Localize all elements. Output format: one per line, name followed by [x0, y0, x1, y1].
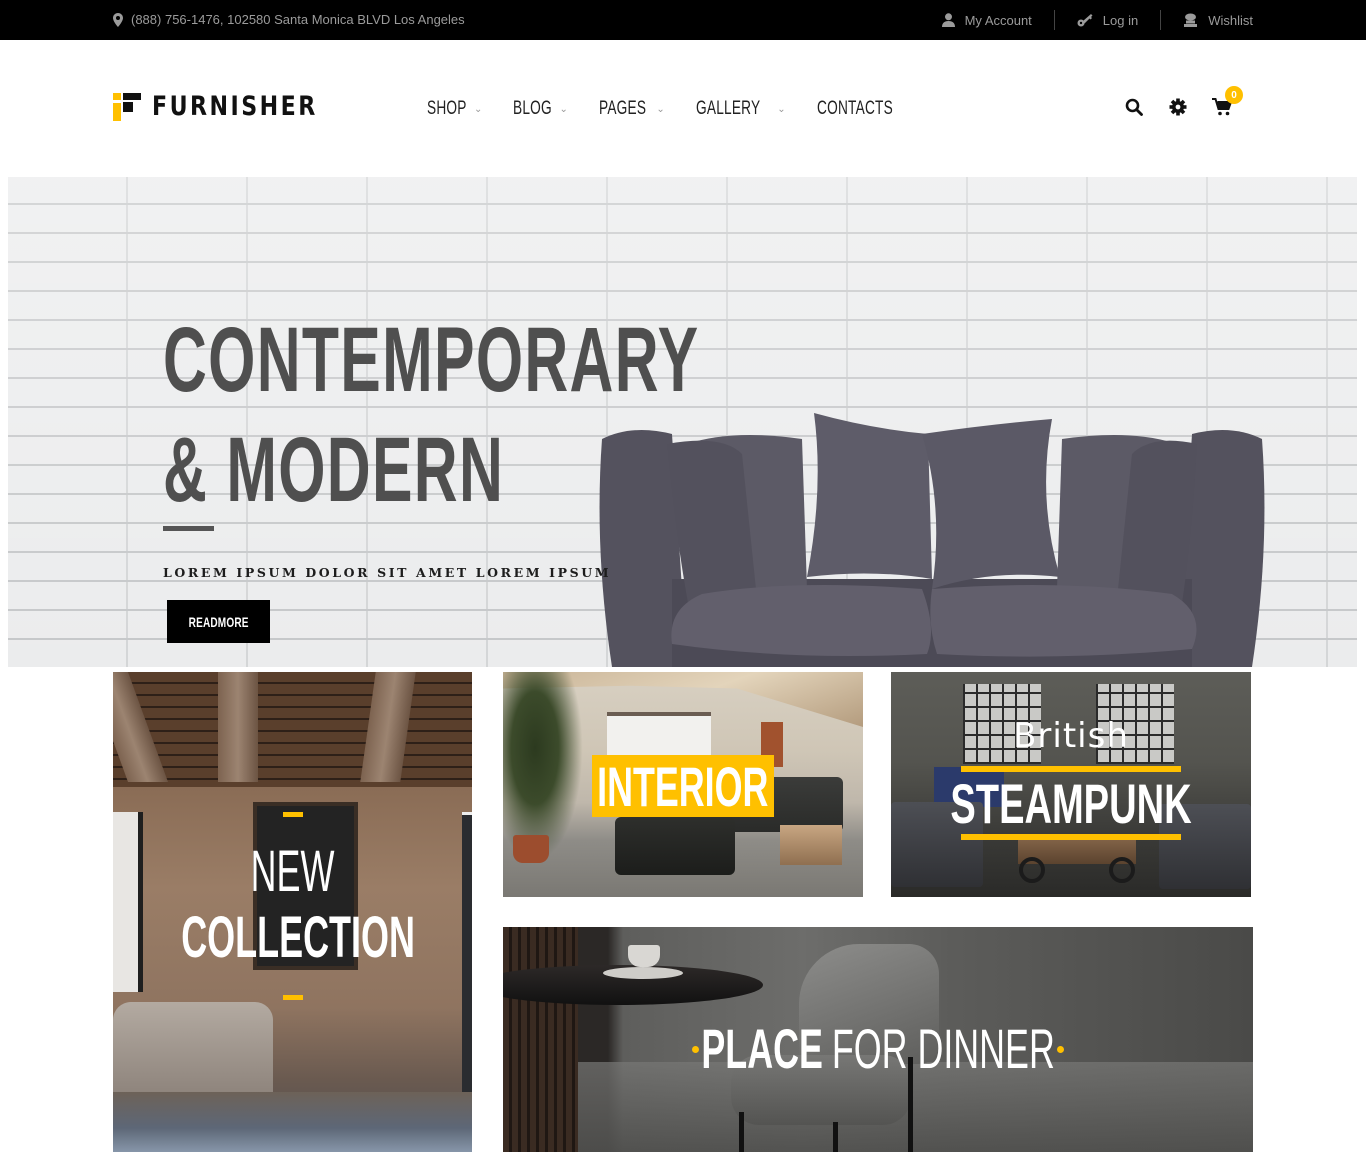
accent-dot: [1057, 1045, 1064, 1053]
logo[interactable]: FURNISHER: [113, 93, 354, 121]
hero-divider: [163, 526, 214, 531]
plant-image: [503, 672, 583, 862]
login-link[interactable]: Log in: [1055, 10, 1160, 30]
cart-button[interactable]: 0: [1211, 86, 1243, 120]
nav-pages[interactable]: PAGES ⌄: [599, 98, 665, 120]
address-text: (888) 756-1476, 102580 Santa Monica BLVD…: [131, 12, 465, 27]
dinner-light: FOR DINNER: [831, 1017, 1055, 1080]
new-collection-tile[interactable]: NEW COLLECTION: [113, 672, 472, 1152]
accent-bar: [961, 834, 1181, 840]
hero-title-line2: & MODERN: [163, 419, 505, 521]
chevron-down-icon: ⌄: [777, 103, 786, 115]
contact-info: (888) 756-1476, 102580 Santa Monica BLVD…: [113, 12, 465, 27]
settings-button[interactable]: [1167, 98, 1189, 120]
interior-label: INTERIOR: [597, 754, 769, 818]
readmore-label: READMORE: [188, 613, 249, 630]
nav-blog[interactable]: BLOG ⌄: [513, 98, 567, 120]
chevron-down-icon: ⌄: [559, 103, 568, 115]
steampunk-line2: STEAMPUNK: [950, 772, 1192, 835]
sofa-image: [113, 1002, 273, 1102]
nav-label: BLOG: [513, 98, 553, 119]
hero-title: CONTEMPORARY & MODERN: [163, 305, 699, 525]
dinner-bold: PLACE: [701, 1017, 823, 1080]
my-account-link[interactable]: My Account: [920, 10, 1054, 30]
nav-label: CONTACTS: [816, 98, 893, 119]
top-bar: (888) 756-1476, 102580 Santa Monica BLVD…: [0, 0, 1366, 40]
site-header: FURNISHER SHOP ⌄ BLOG ⌄ PAGES ⌄ GALLERY …: [0, 40, 1366, 177]
interior-tile[interactable]: INTERIOR: [503, 672, 863, 897]
place-for-dinner-tile[interactable]: PLACE FOR DINNER: [503, 927, 1253, 1152]
main-nav: SHOP ⌄ BLOG ⌄ PAGES ⌄ GALLERY ⌄ CONTACTS: [427, 98, 953, 120]
wishlist-icon: [1183, 13, 1198, 27]
steampunk-line1: British: [1013, 716, 1129, 756]
nav-shop[interactable]: SHOP ⌄: [427, 98, 482, 120]
account-links: My Account Log in Wishlist: [920, 0, 1253, 40]
search-button[interactable]: [1123, 98, 1145, 120]
couch-image: [615, 817, 735, 875]
readmore-button[interactable]: READMORE: [167, 600, 270, 643]
nav-contacts[interactable]: CONTACTS: [817, 98, 923, 120]
my-account-label: My Account: [964, 12, 1032, 28]
key-icon: [1077, 13, 1093, 27]
collection-line2: COLLECTION: [181, 905, 415, 970]
nav-gallery[interactable]: GALLERY ⌄: [696, 98, 786, 120]
accent-dash: [283, 995, 303, 1000]
login-label: Log in: [1102, 12, 1139, 28]
steampunk-tile[interactable]: British STEAMPUNK: [891, 672, 1251, 897]
hero-subtitle: LOREM IPSUM DOLOR SIT AMET LOREM IPSUM: [163, 565, 612, 580]
cart-count-badge: 0: [1225, 86, 1243, 104]
header-actions: 0: [1123, 86, 1243, 120]
dinner-heading: PLACE FOR DINNER: [503, 1019, 1253, 1079]
hero-title-line1: CONTEMPORARY: [163, 309, 700, 411]
hero-banner: CONTEMPORARY & MODERN LOREM IPSUM DOLOR …: [8, 177, 1357, 667]
ceiling-image: [113, 672, 472, 787]
wishlist-link[interactable]: Wishlist: [1161, 10, 1253, 30]
user-icon: [941, 13, 955, 27]
logo-text: FURNISHER: [152, 91, 318, 122]
wishlist-label: Wishlist: [1208, 12, 1253, 28]
nav-label: PAGES: [598, 98, 647, 119]
location-pin-icon: [113, 12, 123, 27]
chevron-down-icon: ⌄: [474, 103, 483, 115]
nav-label: SHOP: [427, 98, 467, 119]
interior-label-box: INTERIOR: [592, 754, 774, 818]
search-icon: [1125, 98, 1143, 121]
collection-line1: NEW: [250, 839, 335, 904]
gear-icon: [1169, 98, 1187, 121]
accent-dash: [283, 812, 303, 817]
accent-dot: [692, 1045, 699, 1053]
logo-mark-icon: [113, 93, 141, 121]
nav-label: GALLERY: [695, 98, 761, 119]
chevron-down-icon: ⌄: [656, 103, 665, 115]
